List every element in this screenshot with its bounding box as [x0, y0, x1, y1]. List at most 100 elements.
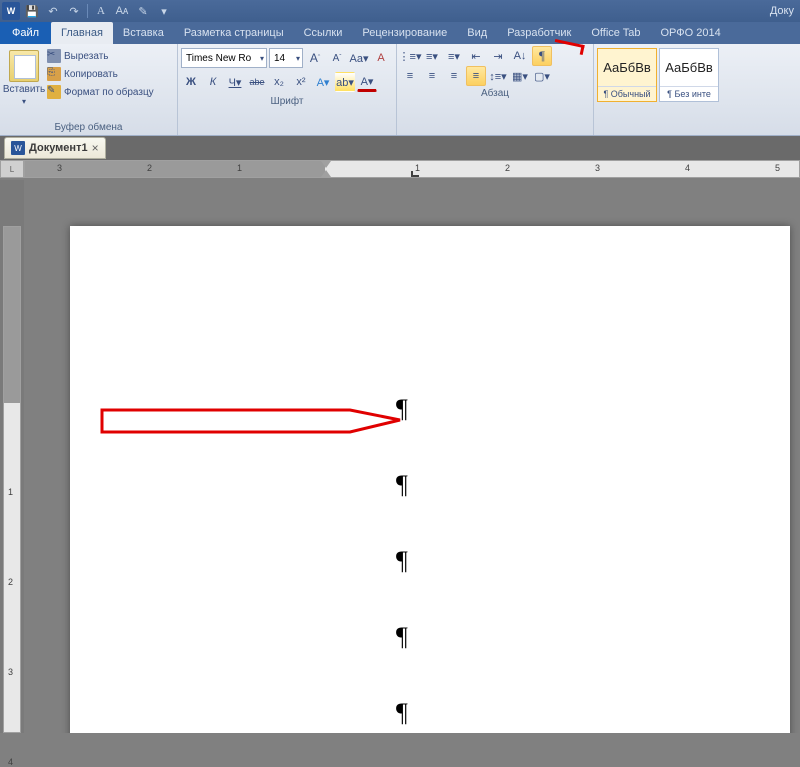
doc-icon: W: [11, 141, 25, 155]
underline-button[interactable]: Ч▾: [225, 72, 245, 92]
close-icon[interactable]: ×: [92, 141, 99, 155]
paragraph-mark: ¶: [396, 472, 710, 498]
tab-insert[interactable]: Вставка: [113, 22, 174, 44]
tab-review[interactable]: Рецензирование: [352, 22, 457, 44]
style-preview: АаБбВв: [660, 49, 718, 86]
change-case-button[interactable]: Aa▾: [349, 48, 369, 68]
justify-button[interactable]: ≡: [466, 66, 486, 86]
style-preview: АаБбВв: [598, 49, 656, 86]
tab-orfo[interactable]: ОРФО 2014: [650, 22, 730, 44]
qat-font-size-icon[interactable]: Aᴀ: [112, 2, 132, 20]
ruler-num: 5: [775, 163, 780, 173]
strike-button[interactable]: abe: [247, 72, 267, 92]
ruler-num: 3: [595, 163, 600, 173]
tab-developer[interactable]: Разработчик: [497, 22, 581, 44]
tab-page-layout[interactable]: Разметка страницы: [174, 22, 294, 44]
ruler-horizontal-wrap: L 3 2 1 1 2 3 4 5: [0, 160, 800, 178]
left-indent-marker[interactable]: [321, 170, 331, 177]
font-name-combo[interactable]: Times New Ro: [181, 48, 267, 68]
tab-selector[interactable]: L: [0, 160, 24, 178]
align-center-button[interactable]: ≡: [422, 66, 442, 86]
first-line-indent-marker[interactable]: [321, 161, 331, 168]
format-painter-button[interactable]: ✎Формат по образцу: [45, 84, 156, 100]
ribbon: Вставить ▾ ✂Вырезать ⎘Копировать ✎Формат…: [0, 44, 800, 136]
font-color-button[interactable]: A▾: [357, 72, 377, 92]
line-spacing-button[interactable]: ↕≡▾: [488, 66, 508, 86]
tab-office-tab[interactable]: Office Tab: [581, 22, 650, 44]
borders-button[interactable]: ▢▾: [532, 66, 552, 86]
file-tab[interactable]: Файл: [0, 22, 51, 44]
qat-highlight-icon[interactable]: ✎: [133, 2, 153, 20]
ruler-num: 3: [57, 163, 62, 173]
group-font-label: Шрифт: [181, 94, 393, 109]
undo-icon[interactable]: ↶: [43, 2, 63, 20]
paragraph-mark: ¶: [396, 624, 710, 650]
paste-label: Вставить: [3, 84, 45, 95]
qat-more-icon[interactable]: ▾: [154, 2, 174, 20]
document-tab-bar: W Документ1 ×: [0, 136, 800, 160]
style-name-label: ¶ Обычный: [598, 86, 656, 101]
qat-font-icon[interactable]: A: [91, 2, 111, 20]
copy-button[interactable]: ⎘Копировать: [45, 66, 156, 82]
increase-indent-button[interactable]: ⇥: [488, 46, 508, 66]
superscript-button[interactable]: x²: [291, 72, 311, 92]
shrink-font-button[interactable]: Aˇ: [327, 48, 347, 68]
style-normal[interactable]: АаБбВв ¶ Обычный: [597, 48, 657, 102]
cut-label: Вырезать: [64, 51, 108, 62]
ruler-num: 2: [505, 163, 510, 173]
document-scroll[interactable]: ¶ ¶ ¶ ¶ ¶: [24, 180, 800, 733]
tab-view[interactable]: Вид: [457, 22, 497, 44]
doc-tab-title: Документ1: [29, 142, 88, 154]
ruler-num: 1: [237, 163, 242, 173]
group-clipboard: Вставить ▾ ✂Вырезать ⎘Копировать ✎Формат…: [0, 44, 178, 135]
ruler-vertical[interactable]: 1 2 3 4: [3, 226, 21, 733]
center-tab-marker: [411, 171, 419, 177]
paragraph-mark: ¶: [396, 548, 710, 574]
redo-icon[interactable]: ↷: [64, 2, 84, 20]
decrease-indent-button[interactable]: ⇤: [466, 46, 486, 66]
group-styles: АаБбВв ¶ Обычный АаБбВв ¶ Без инте: [594, 44, 722, 135]
highlight-button[interactable]: ab▾: [335, 72, 355, 92]
ruler-num: 2: [147, 163, 152, 173]
text-effects-button[interactable]: A▾: [313, 72, 333, 92]
tab-home[interactable]: Главная: [51, 22, 113, 44]
group-paragraph: ⋮≡▾ ≡▾ ≡▾ ⇤ ⇥ A↓ ¶ ≡ ≡ ≡ ≡ ↕≡▾ ▦▾ ▢▾ Абз…: [397, 44, 594, 135]
sort-button[interactable]: A↓: [510, 46, 530, 66]
align-right-button[interactable]: ≡: [444, 66, 464, 86]
paragraph-mark: ¶: [396, 700, 710, 726]
font-size-combo[interactable]: 14: [269, 48, 303, 68]
format-painter-label: Формат по образцу: [64, 87, 154, 98]
page[interactable]: ¶ ¶ ¶ ¶ ¶: [70, 226, 790, 733]
document-tab[interactable]: W Документ1 ×: [4, 137, 106, 159]
ruler-num: 4: [685, 163, 690, 173]
ruler-horizontal[interactable]: 3 2 1 1 2 3 4 5: [24, 160, 800, 178]
paste-button[interactable]: Вставить ▾: [3, 46, 45, 120]
show-marks-button[interactable]: ¶: [532, 46, 552, 66]
copy-label: Копировать: [64, 69, 118, 80]
bullets-button[interactable]: ⋮≡▾: [400, 46, 420, 66]
annotation-arrow: [100, 402, 410, 442]
scissors-icon: ✂: [47, 49, 61, 63]
window-title: Доку: [174, 5, 798, 17]
style-no-spacing[interactable]: АаБбВв ¶ Без инте: [659, 48, 719, 102]
document-area: 1 2 3 4 ¶ ¶ ¶ ¶ ¶: [0, 180, 800, 733]
tab-references[interactable]: Ссылки: [294, 22, 353, 44]
save-icon[interactable]: 💾: [22, 2, 42, 20]
clear-format-button[interactable]: A: [371, 48, 391, 68]
bold-button[interactable]: Ж: [181, 72, 201, 92]
group-font: Times New Ro 14 Aˆ Aˇ Aa▾ A Ж К Ч▾ abe x…: [178, 44, 397, 135]
group-clipboard-label: Буфер обмена: [3, 120, 174, 135]
subscript-button[interactable]: x₂: [269, 72, 289, 92]
numbering-button[interactable]: ≡▾: [422, 46, 442, 66]
multilevel-button[interactable]: ≡▾: [444, 46, 464, 66]
align-left-button[interactable]: ≡: [400, 66, 420, 86]
title-bar: W 💾 ↶ ↷ A Aᴀ ✎ ▾ Доку: [0, 0, 800, 22]
italic-button[interactable]: К: [203, 72, 223, 92]
shading-button[interactable]: ▦▾: [510, 66, 530, 86]
paste-icon: [9, 50, 39, 82]
copy-icon: ⎘: [47, 67, 61, 81]
cut-button[interactable]: ✂Вырезать: [45, 48, 156, 64]
group-paragraph-label: Абзац: [400, 86, 590, 101]
grow-font-button[interactable]: Aˆ: [305, 48, 325, 68]
qat-separator: [87, 4, 88, 18]
